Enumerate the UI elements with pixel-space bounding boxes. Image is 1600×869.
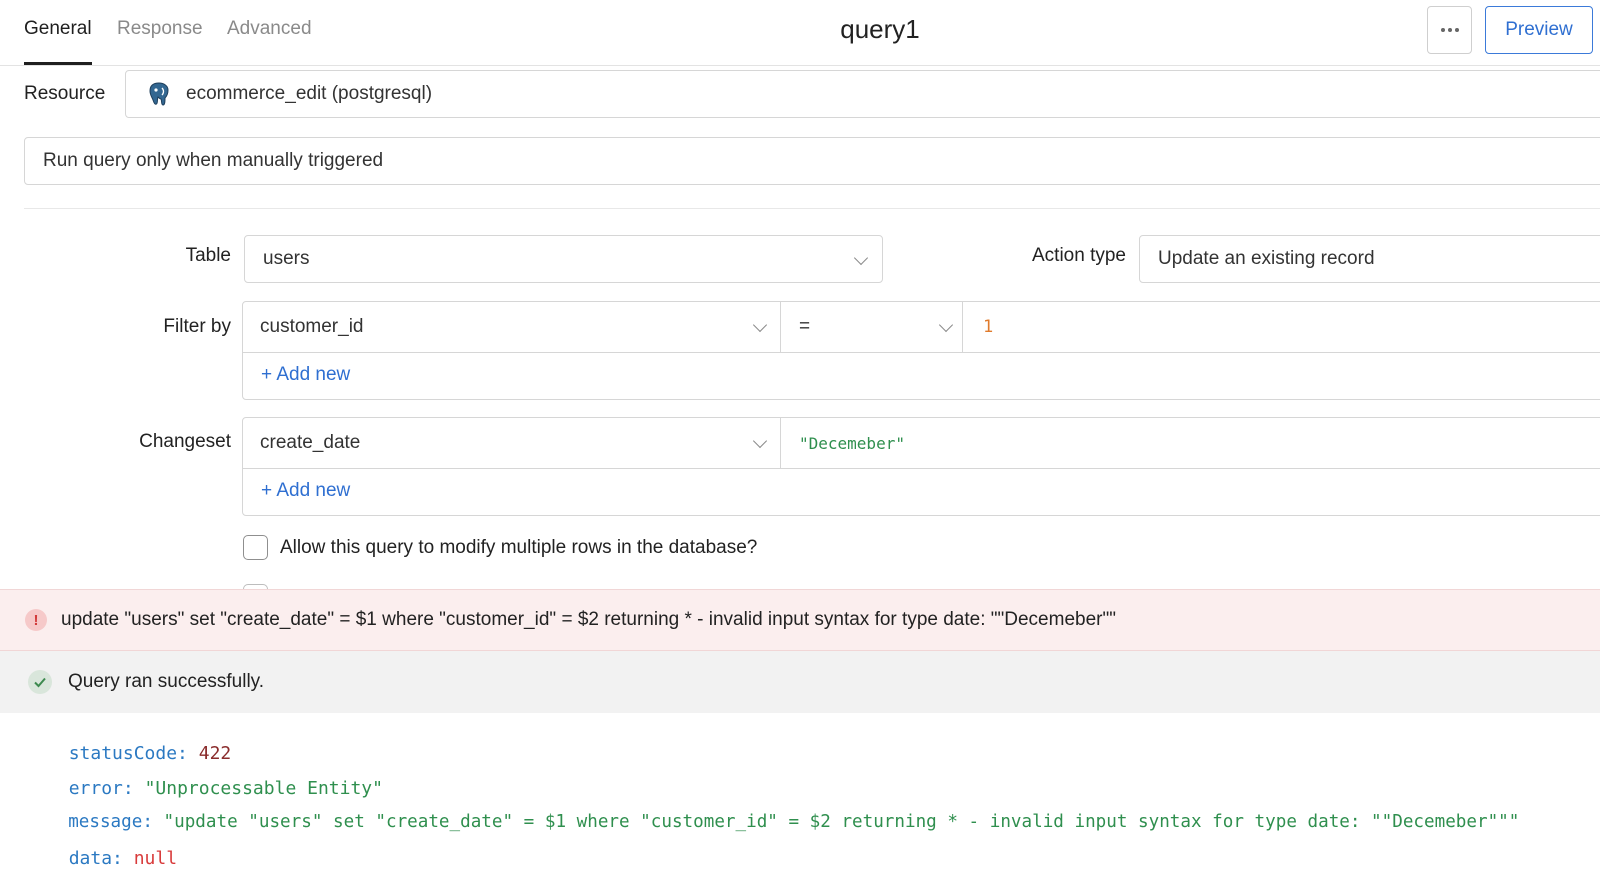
message-value: "update "users" set "create_date" = $1 w…: [163, 812, 1520, 832]
changeset-value: "Decemeber": [799, 433, 905, 453]
section-divider: [24, 208, 1600, 209]
action-type-value: Update an existing record: [1158, 248, 1375, 269]
preview-button[interactable]: Preview: [1485, 6, 1593, 54]
cell-divider: [780, 418, 781, 468]
table-label: Table: [185, 245, 231, 266]
filter-by-label: Filter by: [163, 316, 231, 337]
run-trigger-select[interactable]: Run query only when manually triggered: [24, 137, 1600, 185]
table-select[interactable]: users: [244, 235, 883, 283]
filter-column-select[interactable]: customer_id: [260, 302, 760, 352]
chevron-down-icon: [853, 250, 869, 266]
error-icon: !: [25, 609, 47, 631]
action-type-select[interactable]: Update an existing record: [1139, 235, 1600, 283]
run-trigger-value: Run query only when manually triggered: [43, 150, 384, 171]
changeset-group: create_date "Decemeber" + Add new: [242, 417, 1600, 516]
response-data: data: null: [47, 827, 177, 869]
tab-general[interactable]: General: [24, 18, 92, 40]
filter-value-input[interactable]: 1: [983, 302, 1583, 352]
filter-value: 1: [983, 317, 994, 337]
table-value: users: [263, 248, 310, 269]
error-banner: ! update "users" set "create_date" = $1 …: [0, 589, 1600, 651]
response-message: message: "update "users" set "create_dat…: [47, 792, 1519, 832]
filter-operator-value: =: [799, 316, 811, 337]
tab-advanced[interactable]: Advanced: [227, 18, 312, 40]
postgresql-icon: [149, 82, 169, 106]
filter-group: customer_id = 1 + Add new: [242, 301, 1600, 400]
success-message: Query ran successfully.: [68, 671, 265, 692]
tab-response[interactable]: Response: [117, 18, 203, 40]
allow-multiple-rows-label[interactable]: Allow this query to modify multiple rows…: [280, 537, 757, 559]
resource-value: ecommerce_edit (postgresql): [186, 83, 433, 104]
cell-divider: [962, 302, 963, 352]
query-title[interactable]: query1: [790, 14, 970, 45]
cell-divider: [780, 302, 781, 352]
data-value: null: [133, 848, 178, 869]
changeset-column-value: create_date: [260, 432, 361, 453]
error-message: update "users" set "create_date" = $1 wh…: [61, 609, 1116, 630]
header-divider: [0, 65, 1600, 66]
action-type-label: Action type: [1032, 245, 1126, 266]
success-banner: Query ran successfully.: [0, 651, 1600, 713]
row-divider: [243, 352, 1600, 353]
row-divider: [243, 468, 1600, 469]
more-horizontal-icon: [1439, 28, 1460, 32]
changeset-add-new-button[interactable]: + Add new: [261, 480, 350, 502]
changeset-value-input[interactable]: "Decemeber": [799, 418, 1579, 468]
resource-select[interactable]: ecommerce_edit (postgresql): [125, 70, 1600, 118]
resource-label: Resource: [24, 83, 106, 104]
check-icon: [28, 670, 52, 694]
changeset-label: Changeset: [139, 431, 231, 452]
filter-add-new-button[interactable]: + Add new: [261, 364, 350, 386]
filter-operator-select[interactable]: =: [799, 302, 959, 352]
filter-column-value: customer_id: [260, 316, 364, 337]
changeset-column-select[interactable]: create_date: [260, 418, 760, 468]
allow-multiple-rows-checkbox[interactable]: [243, 535, 268, 560]
more-options-button[interactable]: [1427, 6, 1472, 54]
data-key: data:: [68, 848, 123, 869]
